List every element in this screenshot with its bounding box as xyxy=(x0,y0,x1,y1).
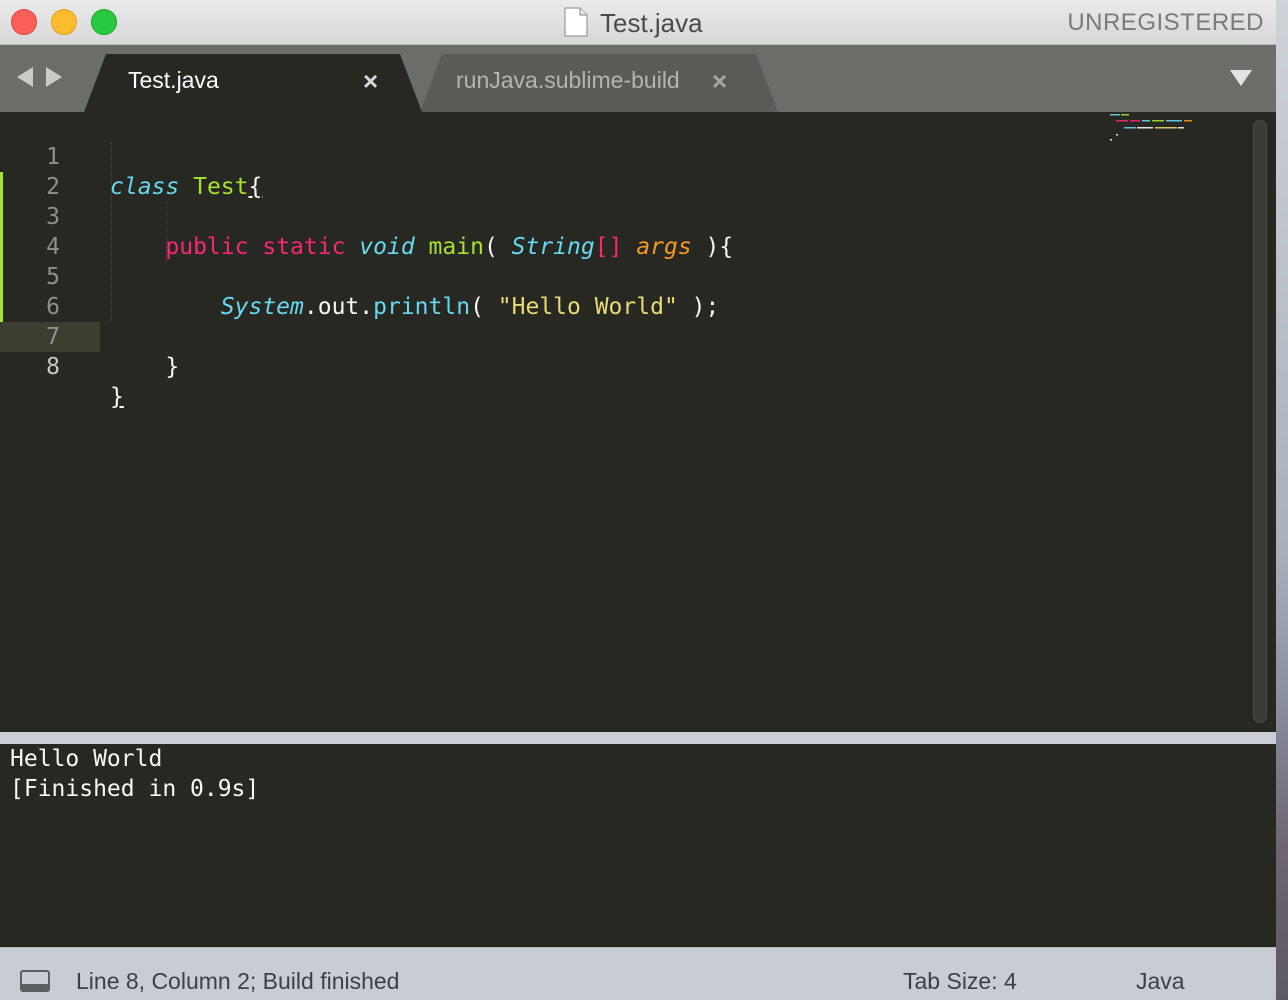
code-line: 5 System.out.println( "Hello World" ); xyxy=(0,232,1100,320)
tab-label: Test.java xyxy=(128,67,219,93)
tab-size-selector[interactable]: Tab Size: 4 xyxy=(903,968,1017,995)
syntax-selector[interactable]: Java xyxy=(1136,968,1185,995)
panel-toggle-icon[interactable] xyxy=(20,970,50,992)
code-line: 4 xyxy=(0,202,1100,260)
tab-close-icon[interactable]: × xyxy=(363,66,378,97)
unregistered-label: UNREGISTERED xyxy=(1067,9,1264,36)
minimize-window-button[interactable] xyxy=(51,9,77,35)
code-line: 7 } xyxy=(0,292,1100,380)
output-line: [Finished in 0.9s] xyxy=(10,776,260,802)
panel-divider[interactable] xyxy=(0,732,1276,744)
tab-runjava-sublime-build[interactable]: runJava.sublime-build × xyxy=(420,54,780,112)
code-line: 3 public static void main( String[] args… xyxy=(0,172,1100,260)
code-line: 1 class Test{ xyxy=(0,112,1100,200)
minimap[interactable] xyxy=(1108,112,1198,144)
code-line: 2 xyxy=(0,142,1100,200)
cursor-position-status: Line 8, Column 2; Build finished xyxy=(76,968,400,994)
zoom-window-button[interactable] xyxy=(91,9,117,35)
build-output-panel: Hello World [Finished in 0.9s] xyxy=(0,744,1273,947)
tab-test-java[interactable]: Test.java × xyxy=(84,54,424,112)
status-bar: Line 8, Column 2; Build finished Tab Siz… xyxy=(0,947,1276,1000)
sublime-window: Test.java UNREGISTERED runJava.sublime-b… xyxy=(0,0,1276,1000)
code-editor[interactable]: 1 class Test{ 2 3 public static void mai… xyxy=(0,112,1276,732)
close-brace: } xyxy=(165,354,180,380)
title-bar: Test.java UNREGISTERED xyxy=(0,0,1276,45)
document-icon xyxy=(564,7,588,37)
back-arrow-icon[interactable] xyxy=(17,67,33,87)
line-number: 8 xyxy=(46,354,60,380)
code-line-current: 8 } xyxy=(0,322,1100,410)
tab-menu-icon[interactable] xyxy=(1230,70,1252,86)
forward-arrow-icon[interactable] xyxy=(46,67,62,87)
window-title: Test.java xyxy=(600,8,703,38)
desktop-background xyxy=(1276,0,1288,1000)
close-brace: } xyxy=(110,384,124,410)
output-line: Hello World xyxy=(10,746,163,772)
close-window-button[interactable] xyxy=(11,9,37,35)
code-line: 6 xyxy=(0,262,1100,320)
tab-close-icon[interactable]: × xyxy=(712,66,727,97)
tab-label: runJava.sublime-build xyxy=(456,67,680,93)
tab-bar: runJava.sublime-build × Test.java × xyxy=(0,45,1276,112)
vertical-scrollbar[interactable] xyxy=(1253,120,1267,723)
